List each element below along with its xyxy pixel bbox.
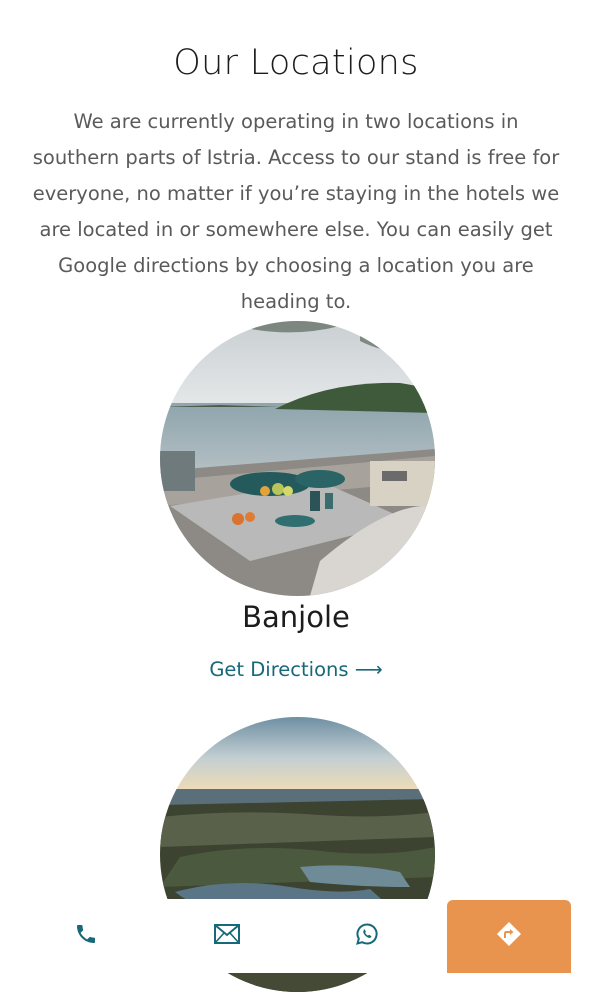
envelope-icon [214, 923, 240, 949]
directions-icon [496, 921, 522, 952]
intro-text: We are currently operating in two locati… [32, 109, 560, 313]
directions-button[interactable] [447, 900, 571, 973]
location-image-banjole[interactable] [160, 321, 435, 596]
call-button[interactable] [48, 899, 124, 973]
page-title: Our Locations [173, 43, 419, 84]
location-name-banjole: Banjole [242, 600, 350, 634]
bottom-contact-bar [0, 899, 592, 973]
whatsapp-button[interactable] [329, 899, 405, 973]
phone-icon [74, 922, 98, 951]
email-button[interactable] [189, 899, 265, 973]
get-directions-link-banjole[interactable]: Get Directions ⟶ [0, 658, 592, 681]
whatsapp-icon [355, 922, 379, 951]
